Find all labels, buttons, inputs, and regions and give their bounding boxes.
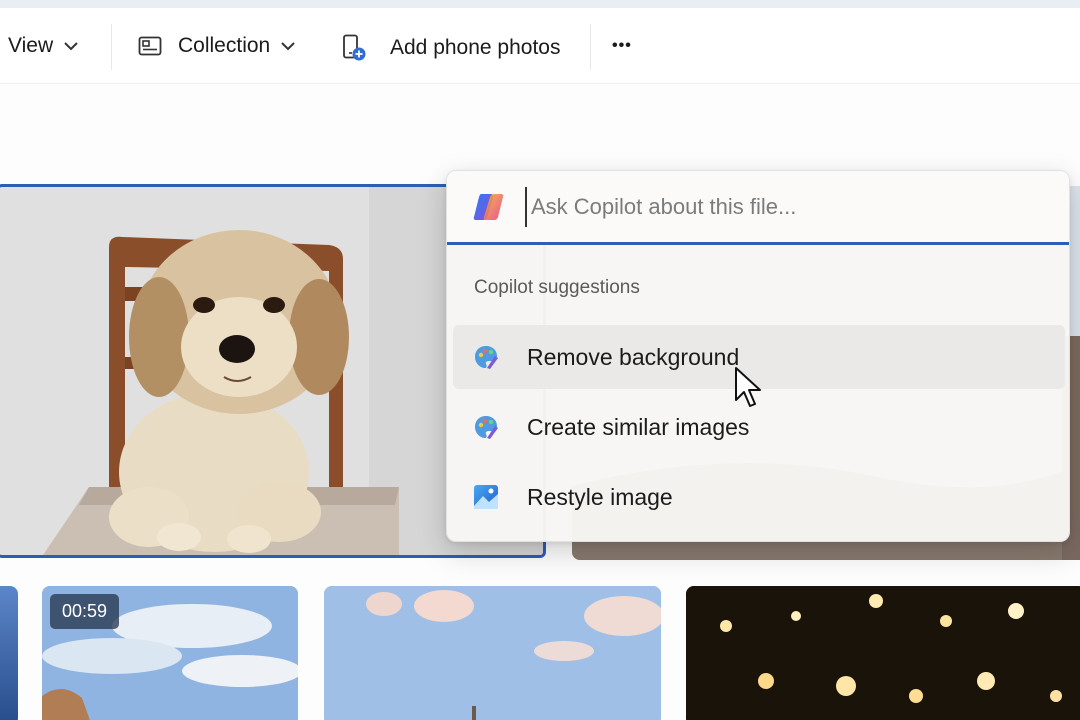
- image-landscape-icon: [473, 484, 499, 510]
- video-thumbnail[interactable]: 00:59: [42, 586, 298, 720]
- more-icon: •••: [612, 37, 632, 54]
- sky-landscape-image: [324, 586, 661, 720]
- copilot-popup: Copilot suggestions Remove background: [446, 170, 1070, 542]
- paint-palette-icon: [473, 344, 499, 370]
- phone-add-icon: [342, 34, 368, 62]
- add-phone-photos-label: Add phone photos: [390, 36, 561, 59]
- more-options-button[interactable]: •••: [612, 26, 632, 66]
- add-phone-photos-button[interactable]: Add phone photos: [342, 28, 560, 68]
- chevron-down-icon: [280, 41, 296, 51]
- photo-thumbnail[interactable]: [686, 586, 1080, 720]
- suggestions-heading: Copilot suggestions: [474, 277, 640, 298]
- photos-app-window: View Collection Add phone photos ••• 00:…: [0, 0, 1080, 720]
- paint-palette-icon: [473, 414, 499, 440]
- ask-copilot-input[interactable]: [525, 186, 1045, 227]
- toolbar-divider: [111, 24, 112, 70]
- view-dropdown-button[interactable]: View: [8, 26, 79, 66]
- suggestion-restyle-image[interactable]: Restyle image: [453, 465, 1065, 529]
- photo-thumbnail[interactable]: [324, 586, 661, 720]
- title-bar-strip: [0, 0, 1080, 8]
- collection-icon: [138, 36, 162, 56]
- collection-label: Collection: [178, 34, 271, 57]
- view-label: View: [8, 34, 54, 57]
- suggestion-label: Create similar images: [527, 413, 750, 440]
- toolbar-divider: [590, 24, 591, 70]
- toolbar: View Collection Add phone photos •••: [0, 8, 1080, 84]
- collection-dropdown-button[interactable]: Collection: [138, 26, 296, 66]
- copilot-ask-bar: [447, 171, 1069, 245]
- copilot-logo-icon: [471, 192, 505, 222]
- suggestion-label: Restyle image: [527, 483, 673, 510]
- video-duration-badge: 00:59: [50, 594, 120, 629]
- bokeh-lights-image: [686, 586, 1080, 720]
- mouse-pointer-icon: [734, 366, 766, 415]
- photo-thumbnail[interactable]: [0, 586, 18, 720]
- suggestion-label: Remove background: [527, 343, 740, 370]
- chevron-down-icon: [63, 41, 79, 51]
